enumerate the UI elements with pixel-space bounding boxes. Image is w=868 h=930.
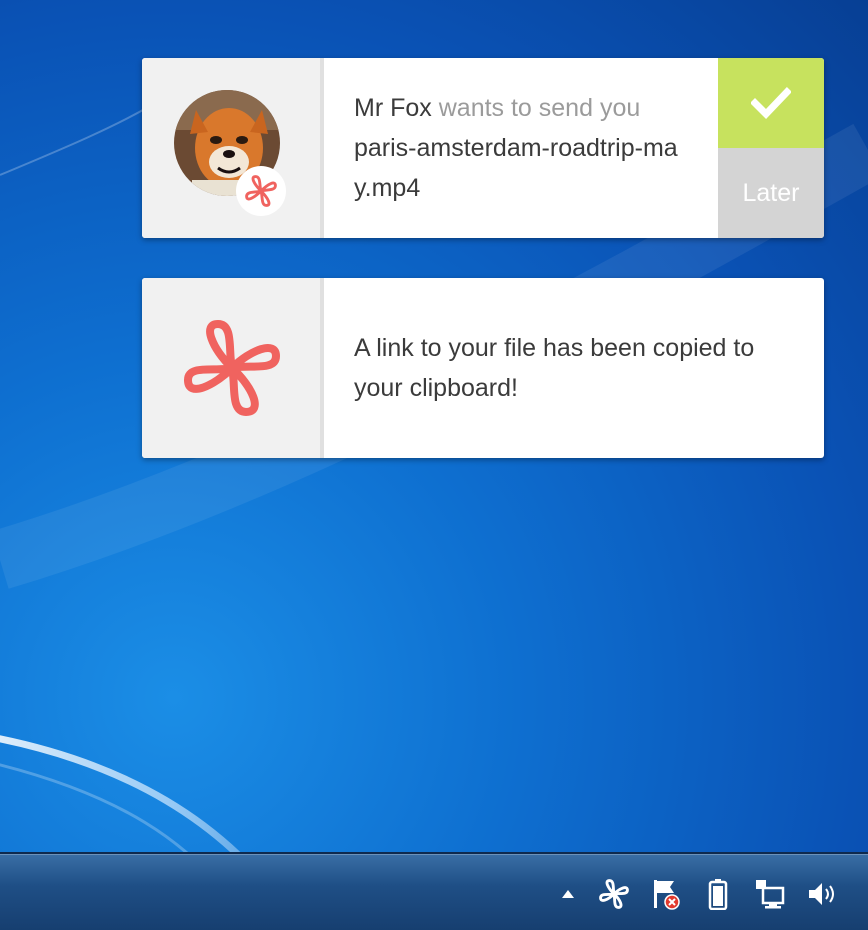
tray-app-logo[interactable]: [598, 876, 630, 912]
transfer-message: Mr Fox wants to send you paris-amsterdam…: [324, 58, 718, 238]
triangle-up-icon: [562, 890, 574, 898]
app-logo-icon: [184, 320, 280, 416]
taskbar: [0, 852, 868, 930]
app-logo-pane: [142, 278, 324, 458]
app-logo-icon: [599, 879, 629, 909]
tray-volume[interactable]: [806, 876, 838, 912]
tray-network[interactable]: [754, 876, 786, 912]
action-center-flag-icon: [654, 880, 680, 910]
sender-name: Mr Fox: [354, 94, 432, 122]
clipboard-message: A link to your file has been copied to y…: [324, 278, 824, 458]
accept-button[interactable]: [718, 58, 824, 148]
app-badge: [236, 166, 286, 216]
volume-icon: [809, 883, 834, 905]
app-logo-icon: [245, 175, 277, 207]
later-button[interactable]: Later: [718, 148, 824, 238]
checkmark-icon: [751, 87, 791, 119]
clipboard-notification: A link to your file has been copied to y…: [142, 278, 824, 458]
clipboard-message-text: A link to your file has been copied to y…: [354, 334, 755, 402]
transfer-action-text: wants to send you: [438, 94, 641, 122]
tray-action-center[interactable]: [650, 876, 682, 912]
battery-icon: [708, 879, 728, 910]
system-tray: [558, 874, 838, 914]
network-icon: [756, 880, 785, 909]
show-hidden-icons-button[interactable]: [558, 876, 578, 912]
file-name: paris-amsterdam-roadtrip-may.mp4: [354, 134, 678, 202]
sender-avatar-pane: [142, 58, 324, 238]
file-transfer-notification: Mr Fox wants to send you paris-amsterdam…: [142, 58, 824, 238]
tray-battery[interactable]: [702, 876, 734, 912]
transfer-actions: Later: [718, 58, 824, 238]
